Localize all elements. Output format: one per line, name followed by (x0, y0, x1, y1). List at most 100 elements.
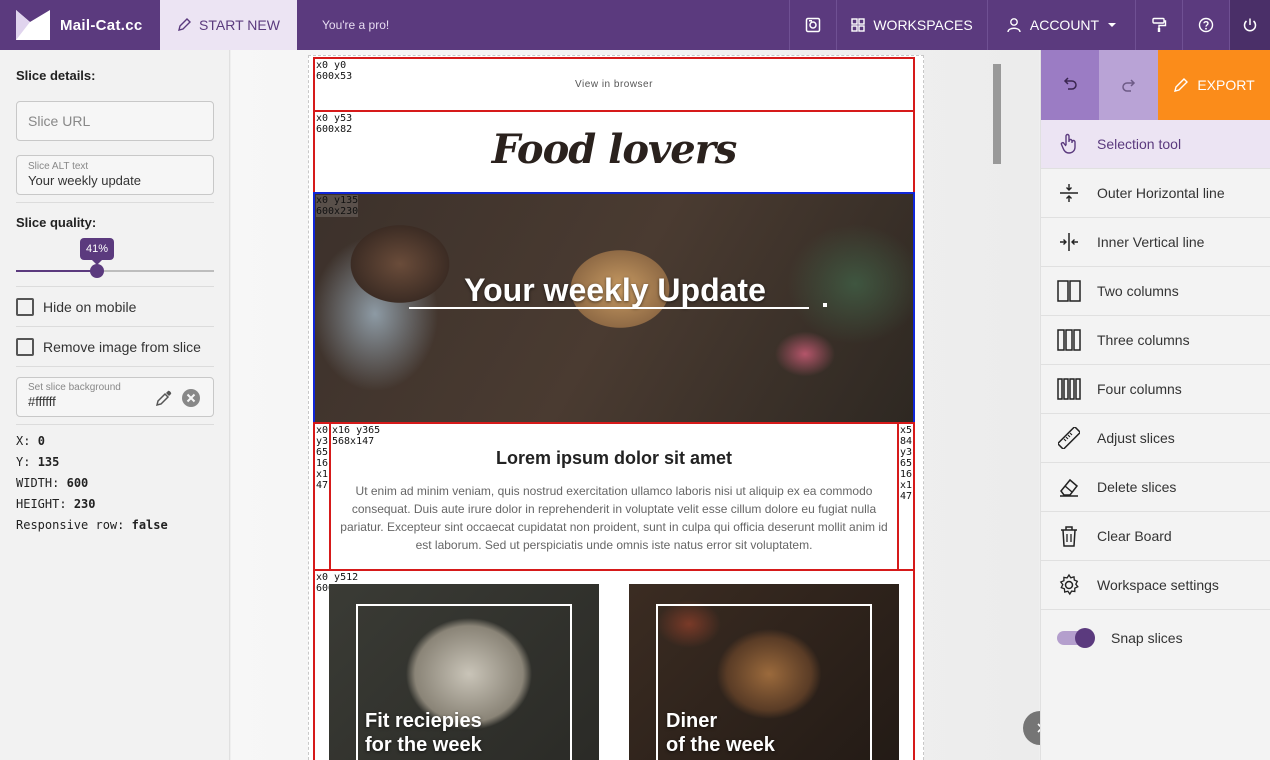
card-title-line1: Fit reciepies (365, 710, 482, 732)
slice-coord-label: x5 84 y3 65 16 x1 47 (900, 425, 913, 502)
hero-underline (409, 307, 809, 309)
hide-on-mobile-option[interactable]: Hide on mobile (16, 287, 213, 326)
tool-label: Clear Board (1097, 528, 1172, 544)
tool-inner-vertical-line[interactable]: Inner Vertical line (1041, 218, 1270, 267)
lorem-heading: Lorem ipsum dolor sit amet (495, 448, 733, 468)
format-paint-button[interactable] (1135, 0, 1182, 50)
account-menu-button[interactable]: ACCOUNT (987, 0, 1135, 50)
slice-coord-label: x16 y365 568x147 (332, 425, 381, 447)
eraser-icon (1060, 478, 1079, 497)
brand-logo[interactable]: Mail-Cat.cc (0, 0, 160, 50)
tool-label: Snap slices (1111, 630, 1183, 646)
slice-text-row[interactable]: x0 y3 65 16 x1 47 x16 y365 568x147 Lorem… (313, 422, 915, 571)
slice-cards-row[interactable]: x0 y512 600x227 Fit reciepies for the we… (313, 569, 915, 760)
preview-icon (805, 17, 821, 33)
redo-icon (1121, 79, 1135, 92)
hide-on-mobile-checkbox[interactable] (16, 297, 34, 316)
remove-image-checkbox[interactable] (16, 337, 34, 356)
undo-icon (1063, 77, 1077, 90)
tool-delete-slices[interactable]: Delete slices (1041, 463, 1270, 512)
slider-thumb[interactable] (90, 264, 104, 278)
editor-canvas[interactable]: x0 y0 600x53 View in browser x0 y53 600x… (231, 50, 1039, 760)
slice-quality-heading: Slice quality: (16, 215, 97, 230)
preview-button[interactable] (789, 0, 836, 50)
hero-dot (823, 303, 827, 307)
slider-fill (16, 270, 97, 272)
brand-name: Mail-Cat.cc (60, 16, 143, 34)
slice-header[interactable]: x0 y53 600x82 Food lovers (313, 110, 915, 194)
tool-snap-slices[interactable]: Snap slices (1041, 610, 1270, 666)
tool-outer-horizontal-line[interactable]: Outer Horizontal line (1041, 169, 1270, 218)
slice-text-inner[interactable]: x16 y365 568x147 Lorem ipsum dolor sit a… (329, 422, 899, 571)
export-button[interactable]: EXPORT (1158, 50, 1270, 120)
two-columns-icon (1057, 280, 1081, 302)
slice-quality-slider[interactable]: 41% (16, 236, 214, 286)
slice-details-heading: Slice details: (16, 68, 96, 83)
tool-two-columns[interactable]: Two columns (1041, 267, 1270, 316)
workspaces-button[interactable]: WORKSPACES (836, 0, 987, 50)
stat-height: HEIGHT: 230 (16, 497, 96, 511)
stat-responsive-row: Responsive row: false (16, 518, 168, 532)
tool-label: Delete slices (1097, 479, 1177, 495)
caret-down-icon (1108, 23, 1117, 27)
tool-label: Adjust slices (1097, 430, 1175, 446)
trash-icon (1061, 526, 1077, 547)
card-fit-recipes[interactable]: Fit reciepies for the week (329, 584, 599, 760)
tool-workspace-settings[interactable]: Workspace settings (1041, 561, 1270, 610)
canvas-scrollbar[interactable] (993, 64, 1001, 164)
top-bar: Mail-Cat.cc START NEW You're a pro! WORK… (0, 0, 1270, 50)
email-preview[interactable]: x0 y0 600x53 View in browser x0 y53 600x… (308, 55, 1001, 760)
lorem-paragraph: Ut enim ad minim veniam, quis nostrud ex… (340, 484, 888, 552)
slice-url-input[interactable]: Slice URL (16, 101, 214, 141)
view-in-browser-link[interactable]: View in browser (315, 79, 913, 90)
divider (16, 424, 214, 425)
tool-selection[interactable]: Selection tool (1041, 120, 1270, 169)
logout-button[interactable] (1229, 0, 1270, 50)
divider (16, 366, 214, 367)
stat-y: Y: 135 (16, 455, 60, 469)
export-label: EXPORT (1197, 77, 1255, 93)
card-title-line1: Diner (666, 710, 718, 732)
pencil-icon (178, 18, 192, 31)
slice-hero-selected[interactable]: Your weekly Update x0 y135 600x230 (313, 192, 915, 424)
horizontal-split-icon (1060, 184, 1078, 202)
tool-adjust-slices[interactable]: Adjust slices (1041, 414, 1270, 463)
grid-icon (851, 18, 866, 32)
card-diner[interactable]: Diner of the week (629, 584, 899, 760)
tools-panel: EXPORT Selection tool Outer Horizontal l… (1040, 50, 1270, 760)
toggle-knob (1075, 628, 1095, 648)
eyedropper-icon[interactable] (155, 389, 173, 407)
clear-icon[interactable] (181, 388, 201, 408)
slice-background-input[interactable]: Set slice background #ffffff (16, 377, 214, 417)
remove-image-label: Remove image from slice (43, 338, 201, 355)
undo-button[interactable] (1041, 50, 1099, 120)
tool-three-columns[interactable]: Three columns (1041, 316, 1270, 365)
slice-coord-label: x0 y135 600x230 (316, 195, 359, 217)
brand-title: Food lovers (491, 126, 738, 173)
snap-slices-toggle[interactable] (1057, 628, 1095, 648)
stat-width: WIDTH: 600 (16, 476, 89, 490)
hand-pointer-icon (1060, 133, 1076, 154)
tool-four-columns[interactable]: Four columns (1041, 365, 1270, 414)
tool-label: Selection tool (1097, 136, 1182, 152)
four-columns-icon (1057, 378, 1081, 400)
tool-clear-board[interactable]: Clear Board (1041, 512, 1270, 561)
redo-button[interactable] (1099, 50, 1158, 120)
account-label: ACCOUNT (1029, 17, 1100, 33)
vertical-split-icon (1060, 233, 1078, 251)
slice-details-panel: Slice details: Slice URL Slice ALT text … (0, 50, 230, 760)
slider-value-tooltip: 41% (80, 238, 114, 265)
slice-view-in-browser[interactable]: x0 y0 600x53 View in browser (313, 57, 915, 112)
motto-text: You're a pro! (322, 18, 390, 32)
ruler-icon (1058, 427, 1080, 449)
slice-alt-input[interactable]: Slice ALT text Your weekly update (16, 155, 214, 195)
three-columns-icon (1057, 329, 1081, 351)
start-new-label: START NEW (199, 17, 280, 33)
help-button[interactable] (1182, 0, 1229, 50)
remove-image-option[interactable]: Remove image from slice (16, 327, 213, 366)
start-new-button[interactable]: START NEW (160, 0, 297, 50)
mail-cat-logo-icon (16, 10, 50, 40)
pencil-icon (1174, 78, 1189, 92)
card-title-line2: for the week (365, 734, 482, 756)
workspaces-label: WORKSPACES (873, 17, 973, 33)
